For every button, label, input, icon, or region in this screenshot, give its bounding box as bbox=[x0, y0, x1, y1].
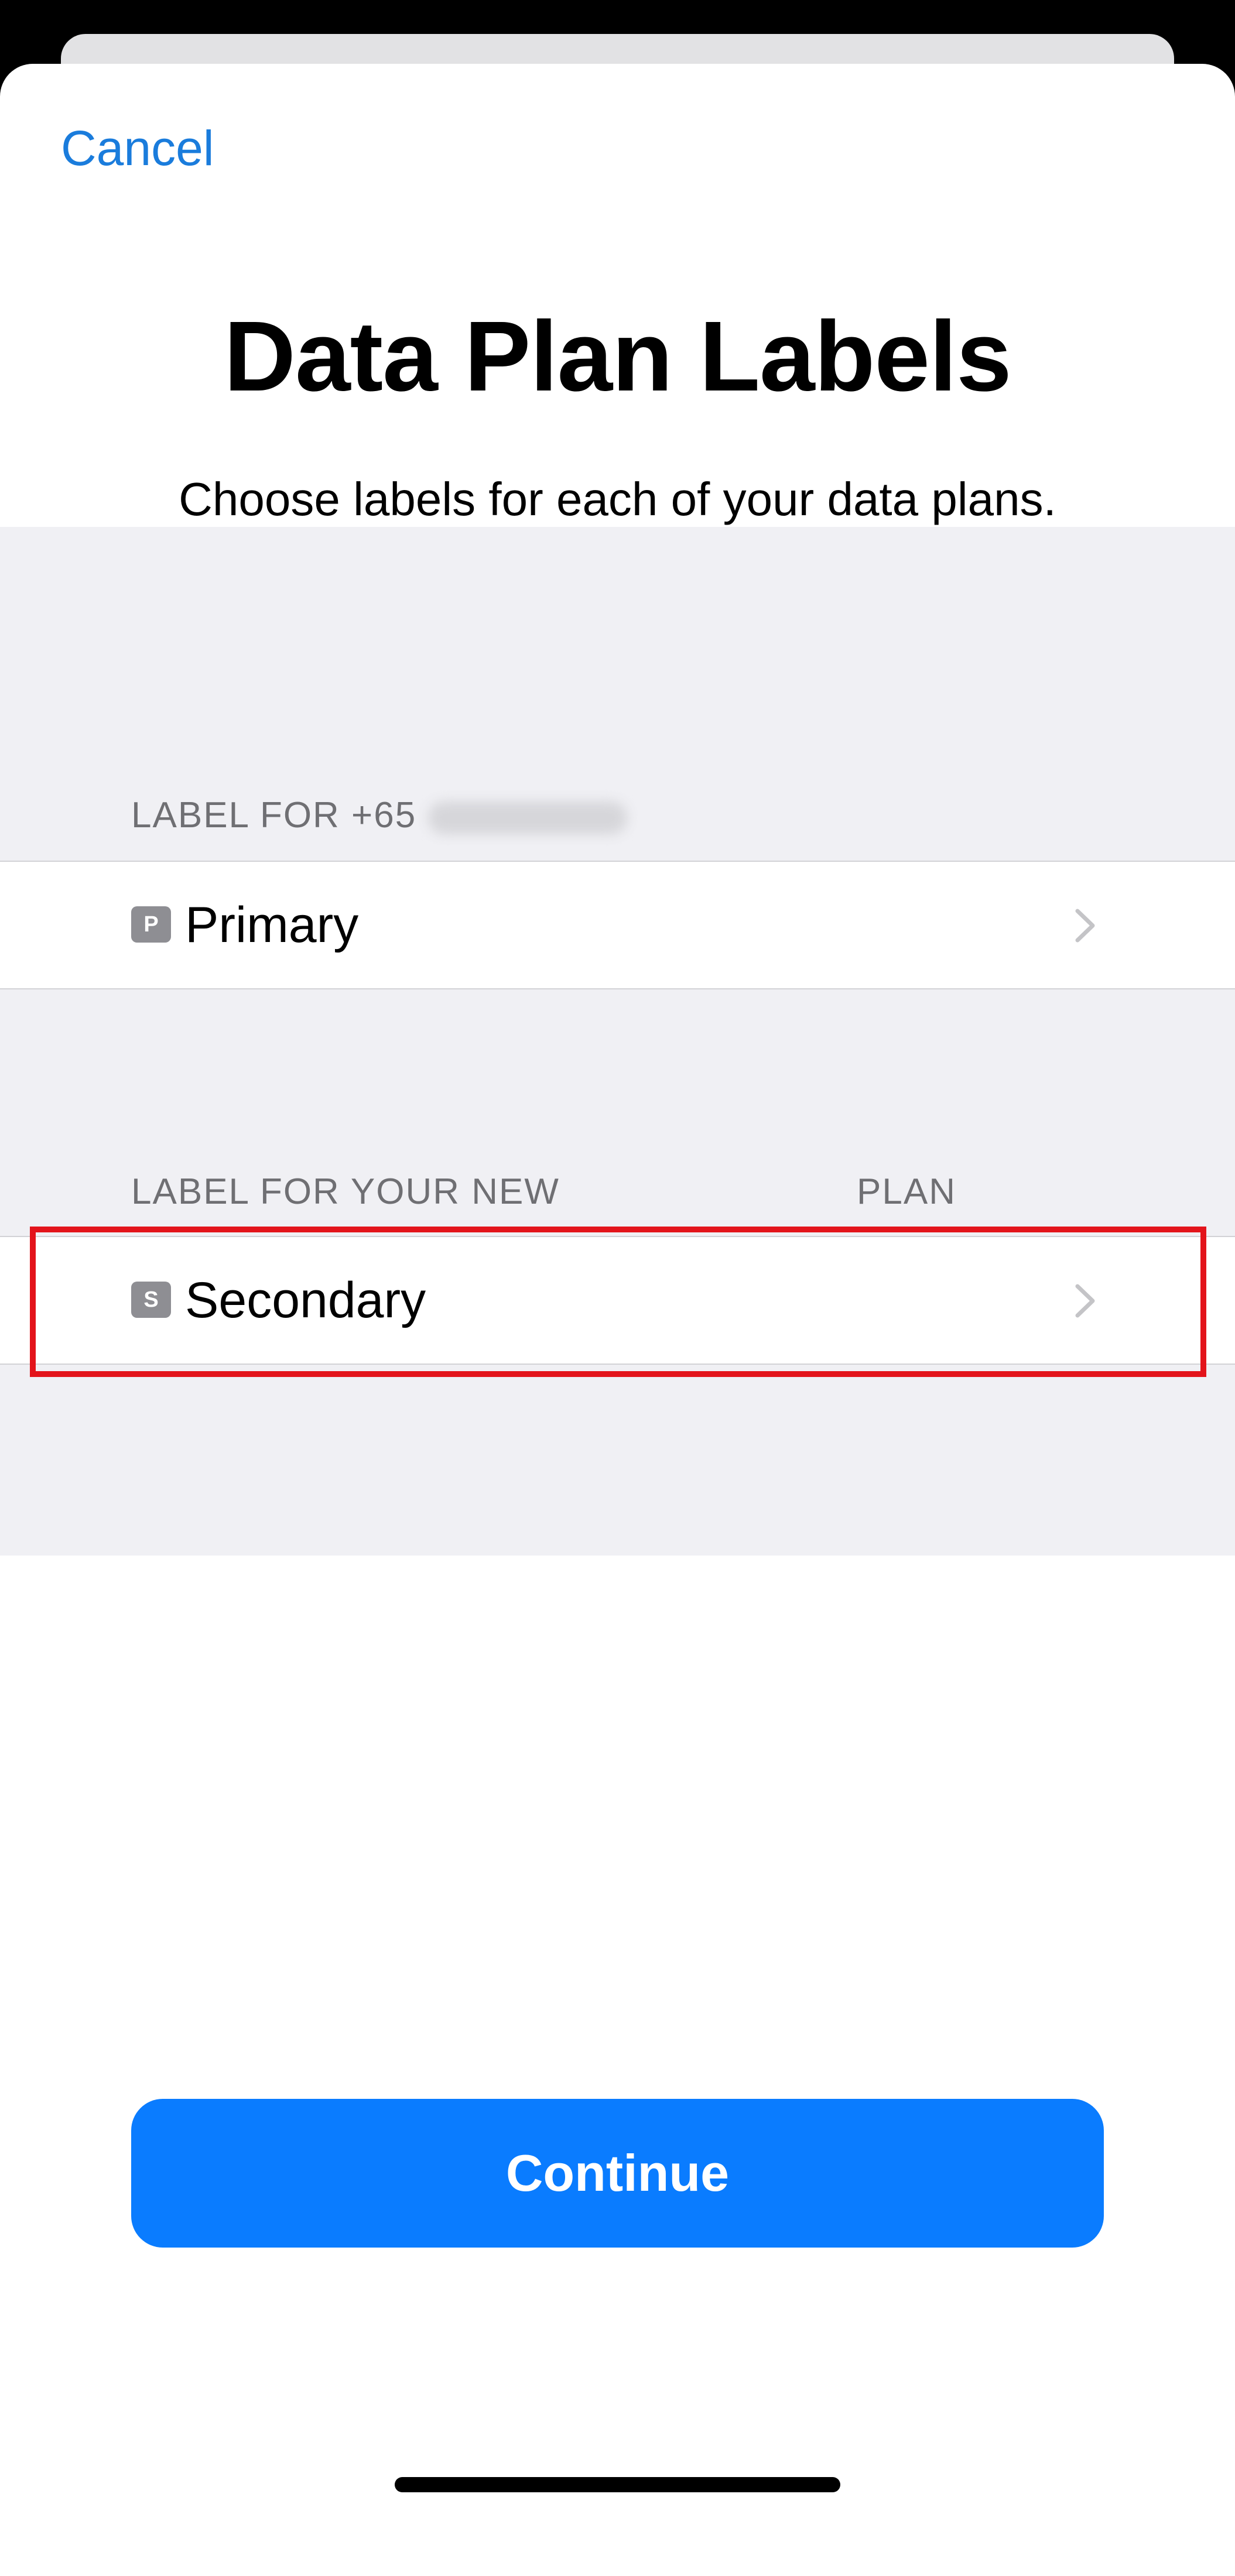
section-header-new-plan: LABEL FOR YOUR NEW bbox=[131, 1171, 560, 1212]
redacted-phone-number bbox=[428, 801, 628, 834]
page-title: Data Plan Labels bbox=[224, 301, 1012, 412]
page-subtitle: Choose labels for each of your data plan… bbox=[179, 473, 1056, 525]
chevron-right-icon bbox=[1075, 1284, 1095, 1318]
primary-plan-label: Primary bbox=[185, 897, 359, 953]
section-header-plan-word: PLAN bbox=[857, 1171, 956, 1212]
section-header-primary-number: LABEL FOR +65 bbox=[131, 793, 628, 838]
secondary-badge-icon: S bbox=[131, 1282, 171, 1318]
primary-badge-icon: P bbox=[131, 906, 171, 943]
secondary-plan-row[interactable]: S Secondary bbox=[0, 1236, 1235, 1365]
chevron-right-icon bbox=[1075, 909, 1095, 943]
continue-button[interactable]: Continue bbox=[131, 2099, 1104, 2248]
section-header-label: LABEL FOR +65 bbox=[131, 795, 417, 835]
home-indicator bbox=[395, 2477, 840, 2492]
grouped-list bbox=[0, 527, 1235, 1556]
cancel-button[interactable]: Cancel bbox=[61, 119, 214, 177]
secondary-plan-label: Secondary bbox=[185, 1272, 426, 1328]
primary-plan-row[interactable]: P Primary bbox=[0, 861, 1235, 989]
